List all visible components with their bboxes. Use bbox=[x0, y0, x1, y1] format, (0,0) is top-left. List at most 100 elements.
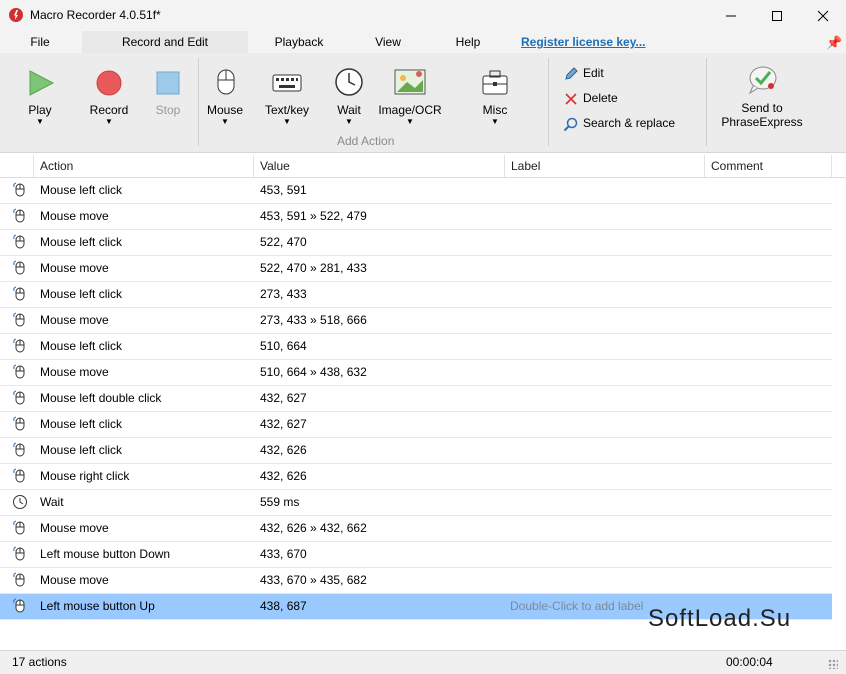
register-license-link[interactable]: Register license key... bbox=[521, 31, 646, 53]
mouse-icon bbox=[12, 208, 28, 224]
action-cell: Mouse move bbox=[40, 261, 109, 275]
minimize-button[interactable] bbox=[708, 0, 754, 31]
value-cell: 432, 627 bbox=[260, 417, 307, 431]
image-icon bbox=[394, 69, 426, 95]
value-cell: 432, 626 » 432, 662 bbox=[260, 521, 367, 535]
value-cell: 522, 470 » 281, 433 bbox=[260, 261, 367, 275]
macro-duration: 00:00:04 bbox=[726, 655, 773, 669]
table-row[interactable]: Mouse left click 432, 626 bbox=[0, 438, 832, 464]
value-cell: 510, 664 » 438, 632 bbox=[260, 365, 367, 379]
mouse-icon bbox=[12, 572, 28, 588]
image-ocr-button[interactable]: Image/OCR ▼ bbox=[378, 66, 442, 127]
send-to-phraseexpress-button[interactable]: Send to PhraseExpress bbox=[718, 64, 806, 129]
mouse-icon bbox=[12, 416, 28, 432]
status-bar: 17 actions 00:00:04 bbox=[0, 650, 846, 674]
action-cell: Mouse left click bbox=[40, 183, 123, 197]
text-key-button[interactable]: Text/key ▼ bbox=[260, 66, 314, 127]
value-cell: 273, 433 bbox=[260, 287, 307, 301]
value-cell: 438, 687 bbox=[260, 599, 307, 613]
misc-button[interactable]: Misc ▼ bbox=[474, 66, 516, 127]
action-cell: Mouse left click bbox=[40, 235, 123, 249]
action-cell: Mouse left click bbox=[40, 287, 123, 301]
action-cell: Left mouse button Up bbox=[40, 599, 155, 613]
phraseexpress-label: PhraseExpress bbox=[721, 115, 803, 129]
pin-icon[interactable]: 📌 bbox=[826, 35, 842, 51]
table-row[interactable]: Mouse move 433, 670 » 435, 682 bbox=[0, 568, 832, 594]
column-header-comment[interactable]: Comment bbox=[704, 155, 832, 177]
record-icon bbox=[96, 70, 122, 96]
delete-button[interactable]: Delete bbox=[563, 89, 618, 107]
table-row[interactable]: Mouse right click 432, 626 bbox=[0, 464, 832, 490]
column-header-value[interactable]: Value bbox=[253, 155, 504, 177]
tab-playback[interactable]: Playback bbox=[266, 31, 332, 53]
table-row[interactable]: Mouse left double click 432, 627 bbox=[0, 386, 832, 412]
table-row[interactable]: Wait 559 ms bbox=[0, 490, 832, 516]
play-label: Play bbox=[28, 103, 52, 117]
maximize-button[interactable] bbox=[754, 0, 800, 31]
menu-file[interactable]: File bbox=[16, 31, 64, 53]
text-key-label: Text/key bbox=[264, 103, 309, 117]
wait-button[interactable]: Wait ▼ bbox=[330, 66, 368, 127]
edit-label: Edit bbox=[583, 66, 604, 80]
action-count: 17 actions bbox=[12, 655, 67, 669]
mouse-icon bbox=[12, 364, 28, 380]
table-row[interactable]: Mouse left click 453, 591 bbox=[0, 178, 832, 204]
edit-button[interactable]: Edit bbox=[563, 64, 604, 82]
search-replace-button[interactable]: Search & replace bbox=[563, 114, 675, 132]
tab-record-and-edit[interactable]: Record and Edit bbox=[82, 31, 248, 53]
mouse-icon bbox=[12, 182, 28, 198]
value-cell: 559 ms bbox=[260, 495, 300, 509]
play-button[interactable]: Play ▼ bbox=[20, 68, 60, 127]
close-button[interactable] bbox=[800, 0, 846, 31]
delete-x-icon bbox=[565, 93, 577, 105]
title-bar: Macro Recorder 4.0.51f* bbox=[0, 0, 846, 31]
record-button[interactable]: Record ▼ bbox=[86, 68, 132, 127]
table-row[interactable]: Mouse move 453, 591 » 522, 479 bbox=[0, 204, 832, 230]
phraseexpress-icon bbox=[748, 66, 777, 95]
mouse-icon bbox=[12, 520, 28, 536]
value-cell: 433, 670 bbox=[260, 547, 307, 561]
table-row[interactable]: Mouse left click 510, 664 bbox=[0, 334, 832, 360]
table-row[interactable]: Mouse left click 522, 470 bbox=[0, 230, 832, 256]
label-cell: Double-Click to add label bbox=[510, 599, 644, 613]
action-cell: Mouse left double click bbox=[40, 391, 162, 405]
table-row[interactable]: Mouse move 510, 664 » 438, 632 bbox=[0, 360, 832, 386]
app-logo-icon bbox=[9, 8, 23, 22]
action-cell: Mouse left click bbox=[40, 417, 123, 431]
ribbon-separator bbox=[548, 58, 549, 146]
play-icon bbox=[29, 70, 55, 96]
stop-button[interactable]: Stop bbox=[150, 68, 186, 117]
table-row[interactable]: Mouse move 432, 626 » 432, 662 bbox=[0, 516, 832, 542]
record-label: Record bbox=[89, 103, 129, 117]
action-list: Mouse left click 453, 591 Mouse move 453, 5… bbox=[0, 178, 832, 620]
column-header-action[interactable]: Action bbox=[33, 155, 254, 177]
tab-view[interactable]: View bbox=[366, 31, 410, 53]
table-row[interactable]: Mouse left click 273, 433 bbox=[0, 282, 832, 308]
action-cell: Mouse left click bbox=[40, 443, 123, 457]
misc-dropdown-icon: ▼ bbox=[491, 117, 499, 126]
value-cell: 432, 627 bbox=[260, 391, 307, 405]
play-dropdown-icon: ▼ bbox=[36, 117, 44, 126]
resize-grip[interactable] bbox=[828, 659, 838, 669]
misc-label: Misc bbox=[482, 103, 508, 117]
table-row[interactable]: Left mouse button Down 433, 670 bbox=[0, 542, 832, 568]
window-title: Macro Recorder 4.0.51f* bbox=[30, 8, 161, 22]
watermark-text: SoftLoad.Su bbox=[648, 605, 792, 632]
mouse-button[interactable]: Mouse ▼ bbox=[204, 66, 246, 127]
stop-label: Stop bbox=[155, 103, 181, 117]
wait-dropdown-icon: ▼ bbox=[345, 117, 353, 126]
add-action-group-caption: Add Action bbox=[337, 134, 395, 148]
close-icon bbox=[817, 10, 829, 21]
table-row[interactable]: Mouse move 522, 470 » 281, 433 bbox=[0, 256, 832, 282]
action-cell: Wait bbox=[40, 495, 64, 509]
send-to-label: Send to bbox=[741, 101, 783, 115]
mouse-icon bbox=[12, 338, 28, 354]
stop-icon bbox=[156, 71, 180, 95]
mouse-icon bbox=[12, 312, 28, 328]
tab-help[interactable]: Help bbox=[448, 31, 488, 53]
table-row[interactable]: Mouse left click 432, 627 bbox=[0, 412, 832, 438]
table-row[interactable]: Mouse move 273, 433 » 518, 666 bbox=[0, 308, 832, 334]
mouse-icon bbox=[12, 442, 28, 458]
vertical-scrollbar[interactable] bbox=[832, 178, 846, 648]
column-header-label[interactable]: Label bbox=[504, 155, 705, 177]
